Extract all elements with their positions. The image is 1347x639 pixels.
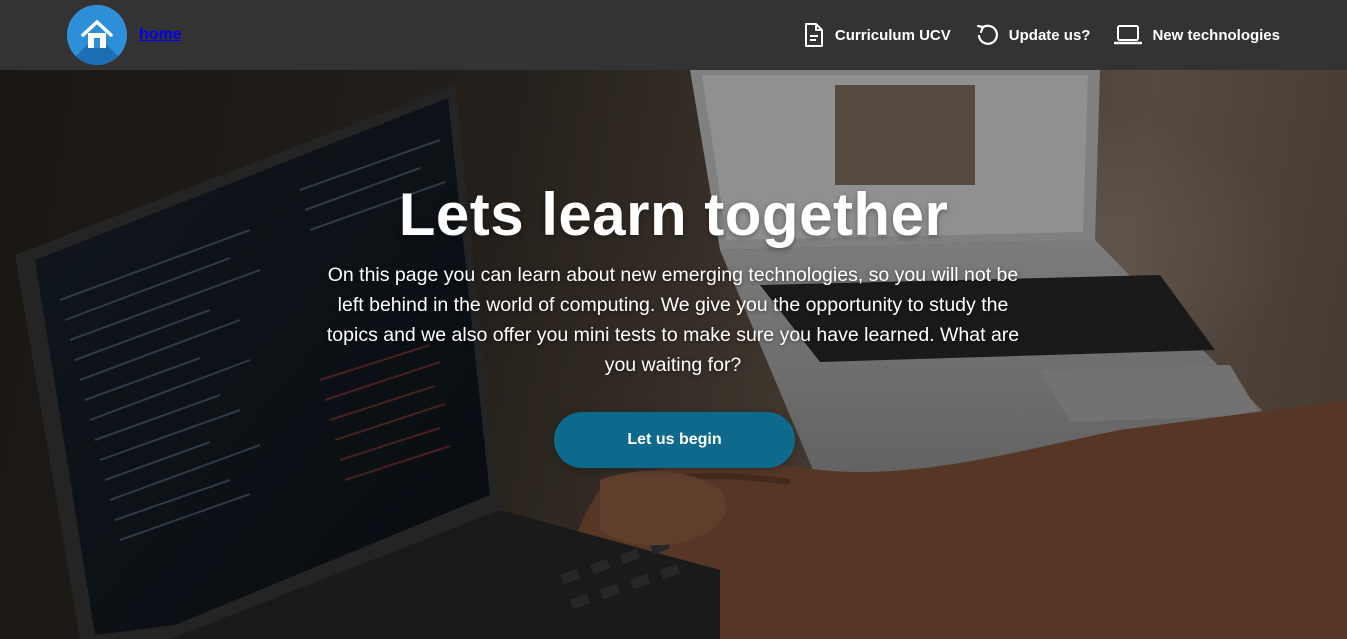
let-us-begin-button[interactable]: Let us begin — [554, 412, 795, 468]
home-link[interactable]: home — [67, 5, 182, 65]
hero-title: Lets learn together — [398, 181, 949, 248]
refresh-icon — [975, 23, 999, 47]
nav-item-new-technologies[interactable]: New technologies — [1114, 24, 1280, 46]
hero-content: Lets learn together On this page you can… — [0, 70, 1347, 639]
home-link-label[interactable]: home — [139, 26, 182, 44]
hero-section: Lets learn together On this page you can… — [0, 70, 1347, 639]
nav-item-label: Curriculum UCV — [834, 26, 951, 44]
nav-item-update[interactable]: Update us? — [975, 23, 1091, 47]
document-icon — [803, 22, 825, 48]
navbar: home Curriculum UCV Update us? New techn… — [0, 0, 1347, 70]
home-icon — [81, 20, 113, 48]
home-logo[interactable] — [67, 5, 127, 65]
hero-description: On this page you can learn about new eme… — [326, 264, 1020, 376]
laptop-icon — [1114, 24, 1143, 46]
nav-links: Curriculum UCV Update us? New technologi… — [779, 0, 1280, 70]
nav-item-curriculum[interactable]: Curriculum UCV — [803, 22, 951, 48]
nav-item-label: New technologies — [1152, 26, 1280, 44]
nav-item-label: Update us? — [1008, 26, 1091, 44]
